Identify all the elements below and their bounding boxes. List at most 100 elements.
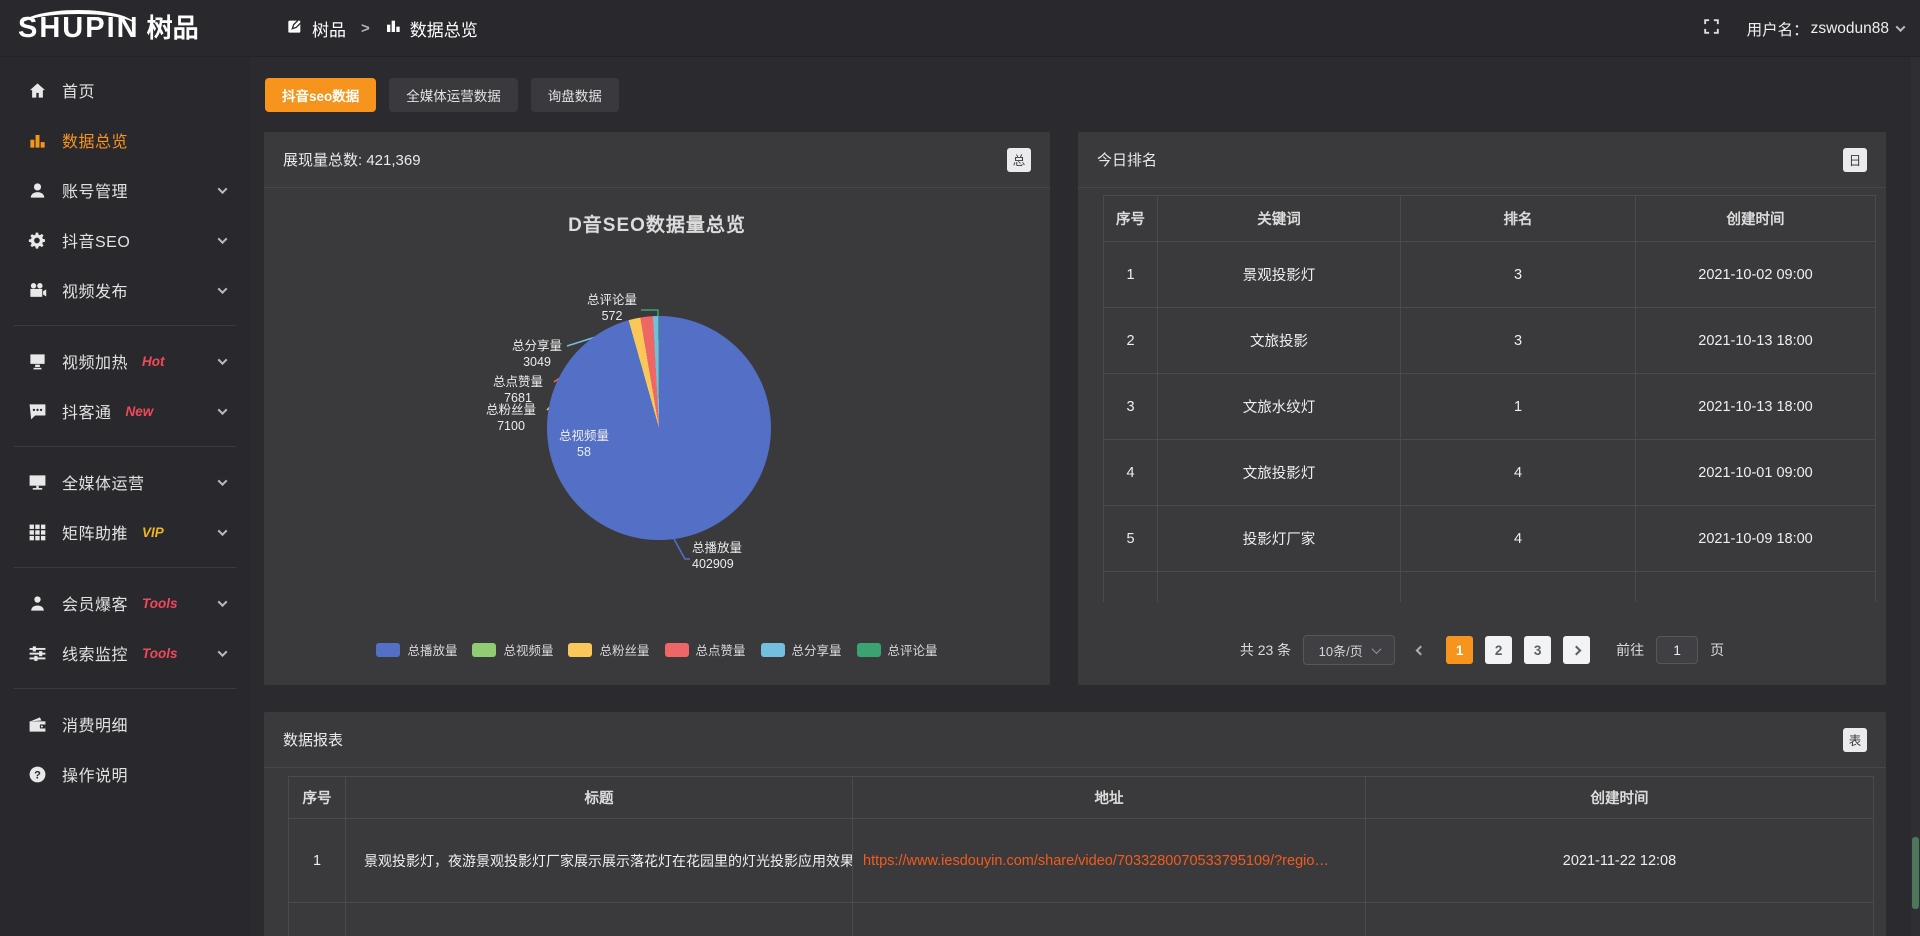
bar-chart-icon	[28, 131, 47, 150]
sidebar-item-clue-monitor[interactable]: 线索监控 Tools	[0, 628, 250, 678]
new-badge: New	[126, 404, 154, 419]
chat-icon	[28, 402, 47, 421]
col-created: 创建时间	[1366, 777, 1874, 819]
chevron-down-icon	[218, 355, 228, 365]
sidebar-item-video-publish[interactable]: 视频发布	[0, 265, 250, 315]
username-value: zswodun88	[1811, 20, 1889, 38]
col-no: 序号	[289, 777, 346, 819]
sidebar-item-doukettong[interactable]: 抖客通 New	[0, 386, 250, 436]
sidebar-divider	[14, 688, 236, 689]
video-link[interactable]: https://www.iesdouyin.com/share/video/70…	[863, 853, 1329, 869]
next-page-button[interactable]	[1563, 636, 1590, 664]
table-row: 1景观投影灯32021-10-02 09:00	[1104, 242, 1876, 308]
sidebar-divider	[14, 446, 236, 447]
sidebar-item-data-overview[interactable]: 数据总览	[0, 115, 250, 165]
fullscreen-icon[interactable]	[1702, 17, 1721, 41]
grid-icon	[28, 523, 47, 542]
col-no: 序号	[1104, 196, 1158, 242]
col-rank: 排名	[1401, 196, 1636, 242]
table-row: 3文旅水纹灯12021-10-13 18:00	[1104, 374, 1876, 440]
sidebar-item-spend-detail[interactable]: 消费明细	[0, 699, 250, 749]
table-row-stub	[289, 903, 1874, 936]
col-created: 创建时间	[1636, 196, 1876, 242]
chevron-down-icon	[218, 284, 228, 294]
vip-badge: VIP	[142, 525, 164, 540]
overview-panel: 展现量总数: 421,369 总 D音SEO数据量总览 总评论量572 总分享量…	[264, 132, 1050, 685]
legend-swatch	[472, 643, 496, 657]
sidebar-item-douyin-seo[interactable]: 抖音SEO	[0, 215, 250, 265]
col-title: 标题	[346, 777, 853, 819]
day-toggle-button[interactable]: 日	[1843, 148, 1867, 172]
page-button-1[interactable]: 1	[1446, 636, 1473, 664]
chevron-down-icon	[218, 184, 228, 194]
app-logo[interactable]: SHUPIN 树品	[0, 14, 250, 43]
tab-inquiry-data[interactable]: 询盘数据	[531, 78, 619, 112]
bar-chart-icon	[385, 18, 401, 39]
chevron-down-icon	[1896, 22, 1906, 32]
chevron-right-icon	[1572, 645, 1582, 655]
sidebar-item-matrix-boost[interactable]: 矩阵助推 VIP	[0, 507, 250, 557]
pie-chart: D音SEO数据量总览 总评论量572 总分享量3049 总点赞量7681 总粉丝…	[264, 188, 1050, 685]
page-button-2[interactable]: 2	[1485, 636, 1512, 664]
prev-page-button[interactable]	[1407, 636, 1434, 664]
legend-item[interactable]: 总分享量	[761, 640, 842, 659]
table-toggle-button[interactable]: 表	[1843, 728, 1867, 752]
breadcrumb: 树品 > 数据总览	[287, 16, 478, 41]
user-menu[interactable]: 用户名：zswodun88	[1747, 18, 1904, 40]
chevron-down-icon	[218, 597, 228, 607]
ranking-panel: 今日排名 日 序号 关键词 排名 创建时间 1景观投影灯32021-10-02 …	[1078, 132, 1886, 685]
tab-douyin-seo-data[interactable]: 抖音seo数据	[265, 78, 376, 112]
breadcrumb-separator: >	[361, 20, 370, 37]
sliders-icon	[28, 644, 47, 663]
pie-label-videos: 总视频量58	[559, 428, 609, 460]
scrollbar-thumb[interactable]	[1912, 837, 1919, 909]
table-header-row: 序号 标题 地址 创建时间	[289, 777, 1874, 819]
page-size-select[interactable]: 10条/页	[1303, 635, 1395, 665]
legend-item[interactable]: 总粉丝量	[568, 640, 649, 659]
sidebar-item-account[interactable]: 账号管理	[0, 165, 250, 215]
person-icon	[28, 594, 47, 613]
table-row: 1 景观投影灯，夜游景观投影灯厂家展示展示落花灯在花园里的灯光投影应用效果 # …	[289, 819, 1874, 903]
pagination: 共 23 条 10条/页 1 2 3 前往 页	[1078, 635, 1886, 665]
legend-item[interactable]: 总点赞量	[665, 640, 746, 659]
breadcrumb-item[interactable]: 树品	[312, 16, 346, 41]
chart-title: D音SEO数据量总览	[264, 210, 1050, 237]
chevron-down-icon	[1371, 644, 1381, 654]
wallet-icon	[28, 715, 47, 734]
pie-label-plays: 总播放量402909	[692, 540, 742, 572]
legend-item[interactable]: 总评论量	[857, 640, 938, 659]
pagination-total: 共 23 条	[1240, 640, 1291, 660]
sidebar-divider	[14, 325, 236, 326]
legend-item[interactable]: 总视频量	[472, 640, 553, 659]
tools-badge: Tools	[142, 646, 178, 661]
sidebar-item-video-heat[interactable]: 视频加热 Hot	[0, 336, 250, 386]
chart-legend: 总播放量 总视频量 总粉丝量 总点赞量 总分享量 总评论量	[264, 640, 1050, 659]
legend-swatch	[665, 643, 689, 657]
sidebar-item-omnimedia[interactable]: 全媒体运营	[0, 457, 250, 507]
chevron-down-icon	[218, 234, 228, 244]
page-scrollbar[interactable]	[1911, 57, 1920, 936]
chevron-down-icon	[218, 405, 228, 415]
sidebar-item-member-leads[interactable]: 会员爆客 Tools	[0, 578, 250, 628]
home-icon	[28, 81, 47, 100]
svg-text:?: ?	[34, 769, 41, 781]
screen-icon	[28, 352, 47, 371]
total-toggle-button[interactable]: 总	[1007, 148, 1031, 172]
gear-icon	[28, 231, 47, 250]
page-button-3[interactable]: 3	[1524, 636, 1551, 664]
video-camera-icon	[28, 281, 47, 300]
sidebar-item-home[interactable]: 首页	[0, 65, 250, 115]
user-icon	[28, 181, 47, 200]
compose-icon	[287, 18, 303, 39]
report-panel-title: 数据报表	[283, 729, 343, 750]
page-unit-label: 页	[1710, 640, 1724, 660]
goto-page-input[interactable]	[1656, 636, 1698, 664]
legend-item[interactable]: 总播放量	[376, 640, 457, 659]
tab-omnimedia-data[interactable]: 全媒体运营数据	[389, 78, 518, 112]
top-header: SHUPIN 树品 树品 > 数据总览 用户名：zswodun88	[0, 0, 1920, 57]
chevron-down-icon	[218, 526, 228, 536]
report-table: 序号 标题 地址 创建时间 1 景观投影灯，夜游景观投影灯厂家展示展示落花灯在花…	[288, 776, 1874, 936]
report-panel: 数据报表 表 序号 标题 地址 创建时间 1 景观投影灯，夜游景观投影灯厂家展示…	[264, 712, 1886, 936]
sidebar: 首页 数据总览 账号管理 抖音SEO 视频发布 视频加热 Hot 抖客通 New…	[0, 57, 250, 936]
sidebar-item-help[interactable]: ? 操作说明	[0, 749, 250, 799]
